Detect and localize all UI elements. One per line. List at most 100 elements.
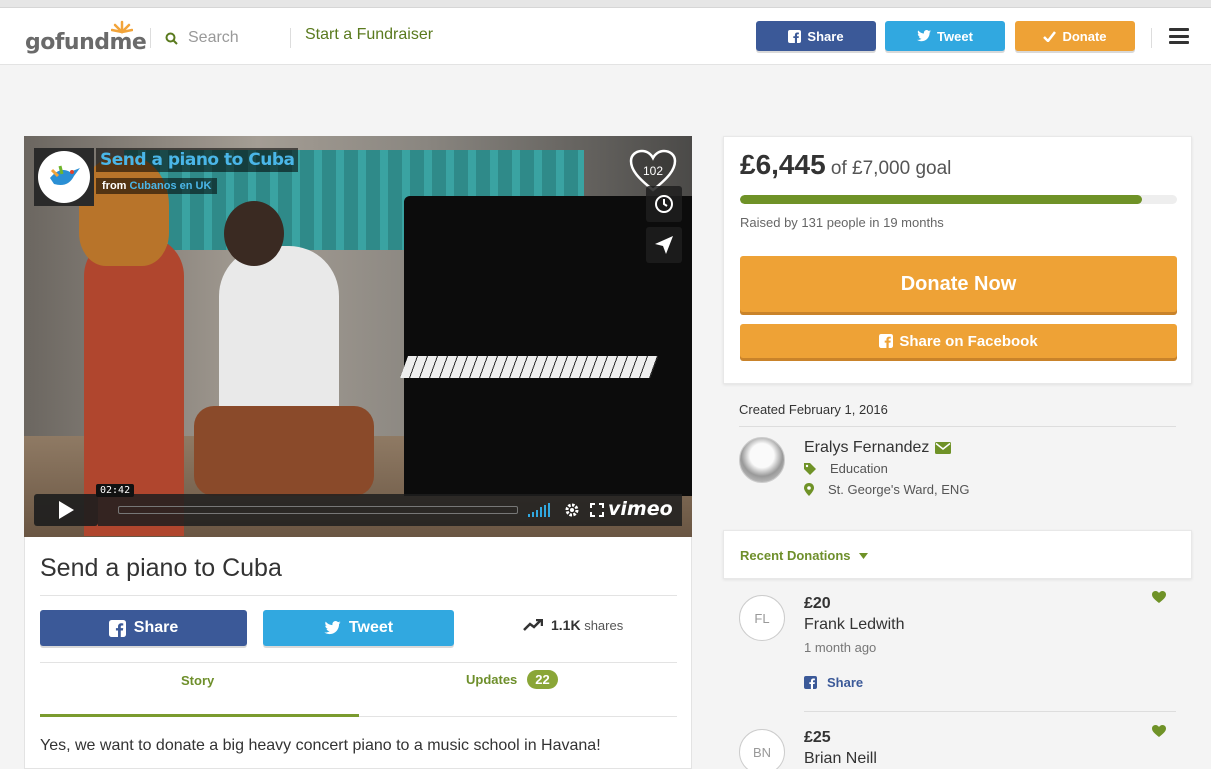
amount-raised: £6,445 of £7,000 goal [740,149,951,181]
video-share-button[interactable] [646,227,682,263]
facebook-icon [804,676,817,689]
donation-share-button[interactable]: Share [804,675,863,690]
created-prefix: Created [739,402,786,417]
browser-bookmarks-strip [0,0,1211,8]
logo-sun-icon [111,20,133,34]
heart-icon[interactable] [1152,725,1166,737]
envelope-icon[interactable] [935,442,952,454]
byline-channel: Cubanos en UK [129,180,212,192]
tweet-label: Tweet [348,619,394,636]
video-player[interactable]: Send a piano to Cuba from Cubanos en UK … [24,136,692,537]
tab-updates-label: Updates [466,672,518,687]
video-byline[interactable]: from Cubanos en UK [96,178,218,194]
divider [40,662,677,663]
share-on-facebook-button[interactable]: Share on Facebook [740,324,1177,358]
funding-progress-bar [740,195,1177,204]
organizer-name[interactable]: Eralys Fernandez [804,439,952,457]
video-time: 02:42 [96,484,135,497]
start-fundraiser-link[interactable]: Start a Fundraiser [305,26,433,44]
page-title: Send a piano to Cuba [40,554,282,582]
header-tweet-button[interactable]: Tweet [885,21,1005,51]
video-title-overlay[interactable]: Send a piano to Cuba [96,148,299,172]
donor-avatar: BN [739,729,785,769]
tab-story[interactable]: Story [181,673,214,688]
donor-avatar: FL [739,595,785,641]
raised-by-text: Raised by 131 people in 19 months [740,215,944,230]
vimeo-logo[interactable]: vimeo [608,498,673,520]
organizer-location[interactable]: St. George's Ward, ENG [804,482,969,497]
facebook-icon [879,334,894,348]
search-icon [165,32,178,45]
search-box[interactable]: Search [165,27,239,49]
divider [739,426,1176,427]
story-text: Yes, we want to donate a big heavy conce… [40,737,601,754]
tweet-button[interactable]: Tweet [263,610,454,646]
header-share-label: Share [807,28,844,44]
category-text: Education [830,461,888,476]
twitter-icon [917,30,932,42]
donor-name: Frank Ledwith [804,616,905,633]
divider [804,711,1176,712]
video-controls: vimeo 02:42 [34,484,682,526]
fullscreen-icon[interactable] [590,503,604,517]
header-donate-button[interactable]: Donate [1015,21,1135,51]
caret-down-icon [858,552,868,559]
share-on-facebook-label: Share on Facebook [899,332,1038,350]
funding-card: £6,445 of £7,000 goal Raised by 131 peop… [723,136,1192,384]
facebook-icon [788,29,802,43]
video-scrubber[interactable] [118,506,518,514]
video-frame [24,136,692,537]
twitter-icon [324,621,341,635]
organizer-category[interactable]: Education [804,461,888,476]
header-divider [290,28,291,48]
updates-count-badge: 22 [527,670,558,689]
tag-icon [804,462,816,475]
header-divider [150,28,151,48]
settings-icon[interactable] [564,502,580,518]
clock-icon [655,195,673,213]
watch-later-button[interactable] [646,186,682,222]
donation-item: FL £20 Frank Ledwith 1 month ago Share [739,591,1192,705]
donation-item: BN £25 Brian Neill [739,725,1192,769]
location-text: St. George's Ward, ENG [828,482,970,497]
organizer-name-text: Eralys Fernandez [804,439,930,456]
share-button[interactable]: Share [40,610,247,646]
video-channel-avatar[interactable] [34,148,94,206]
created-date-value: February 1, 2016 [788,402,888,417]
play-icon [59,501,74,519]
shares-label: shares [584,618,624,633]
donation-time: 1 month ago [804,640,877,655]
header-divider [1151,28,1152,48]
gofundme-logo[interactable]: gofundme [25,16,147,56]
header-tweet-label: Tweet [937,28,973,44]
goal-text: of £7,000 goal [830,158,952,179]
video-progress-track[interactable]: vimeo [98,494,682,526]
shares-count: 1.1K shares [523,617,623,633]
funding-progress-fill [740,195,1143,204]
donate-now-button[interactable]: Donate Now [740,256,1177,312]
paper-plane-icon [655,236,673,254]
created-date: Created February 1, 2016 [739,402,888,417]
search-placeholder: Search [188,29,239,46]
share-label: Share [133,619,179,636]
divider [359,716,677,717]
byline-prefix: from [102,180,127,192]
map-pin-icon [804,483,814,496]
trending-up-icon [523,619,543,631]
donation-share-label: Share [827,675,864,690]
divider [40,595,677,596]
header-share-button[interactable]: Share [756,21,876,51]
volume-icon[interactable] [528,503,552,517]
heart-icon[interactable] [1152,591,1166,603]
recent-donations-title: Recent Donations [740,548,851,563]
raised-amount: £6,445 [740,149,826,180]
recent-donations-header[interactable]: Recent Donations [723,530,1192,579]
play-button[interactable] [34,494,98,526]
menu-icon[interactable] [1169,28,1189,44]
organizer-avatar[interactable] [739,437,785,483]
video-like-count: 102 [642,164,664,178]
shares-number: 1.1K [551,617,581,633]
tab-updates[interactable]: Updates 22 [466,670,558,689]
active-tab-indicator [40,714,359,717]
bird-icon [50,165,80,185]
